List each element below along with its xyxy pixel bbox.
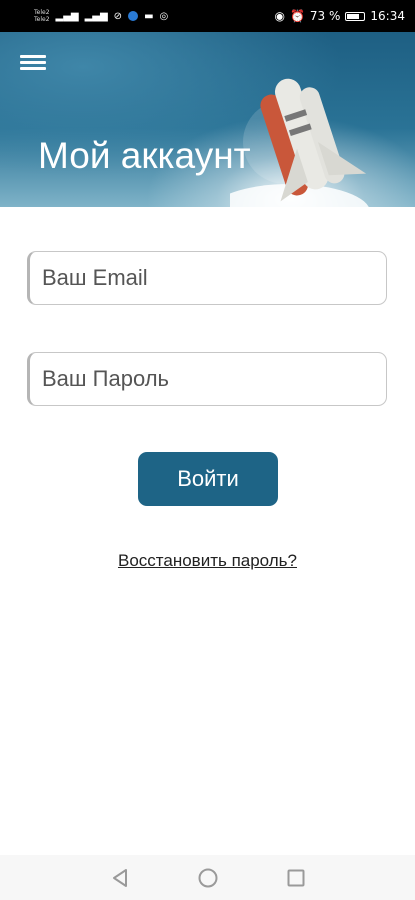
header-banner: Мой аккаунт: [0, 32, 415, 207]
shield-icon: [128, 11, 139, 21]
eye-icon: ◉: [274, 9, 285, 23]
back-icon[interactable]: [107, 865, 133, 891]
alarm-icon: ⏰: [289, 9, 305, 23]
carrier-names: Tele2 Tele2: [34, 9, 50, 23]
mute-icon: ⊘: [113, 10, 123, 22]
status-bar: Tele2 Tele2 ▂▄▆ ▂▄▆ ⊘ ▬ ◎ ◉ ⏰ 73 % 16:34: [0, 0, 415, 32]
password-field[interactable]: [27, 352, 387, 406]
signal-icon: ▂▄▆: [55, 10, 79, 22]
home-icon[interactable]: [195, 865, 221, 891]
carrier-1: Tele2: [34, 9, 50, 16]
status-bar-left: Tele2 Tele2 ▂▄▆ ▂▄▆ ⊘ ▬ ◎: [34, 9, 168, 23]
recents-icon[interactable]: [283, 865, 309, 891]
login-button[interactable]: Войти: [138, 452, 278, 506]
keyboard-icon: ▬: [144, 10, 154, 22]
status-bar-right: ◉ ⏰ 73 % 16:34: [274, 9, 405, 23]
vpn-icon: ◎: [159, 10, 169, 22]
battery-percent: 73 %: [309, 9, 341, 23]
clock: 16:34: [370, 9, 405, 23]
battery-fill: [347, 13, 360, 19]
carrier-2: Tele2: [34, 16, 50, 23]
page-title: Мой аккаунт: [38, 135, 251, 176]
system-nav-bar: [0, 855, 415, 900]
signal-icon: ▂▄▆: [84, 10, 108, 22]
forgot-password-link[interactable]: Восстановить пароль?: [0, 551, 415, 571]
rocket-illustration: [230, 78, 369, 207]
hamburger-menu-icon[interactable]: [20, 52, 46, 76]
battery-icon: [345, 11, 366, 21]
email-field[interactable]: [27, 251, 387, 305]
